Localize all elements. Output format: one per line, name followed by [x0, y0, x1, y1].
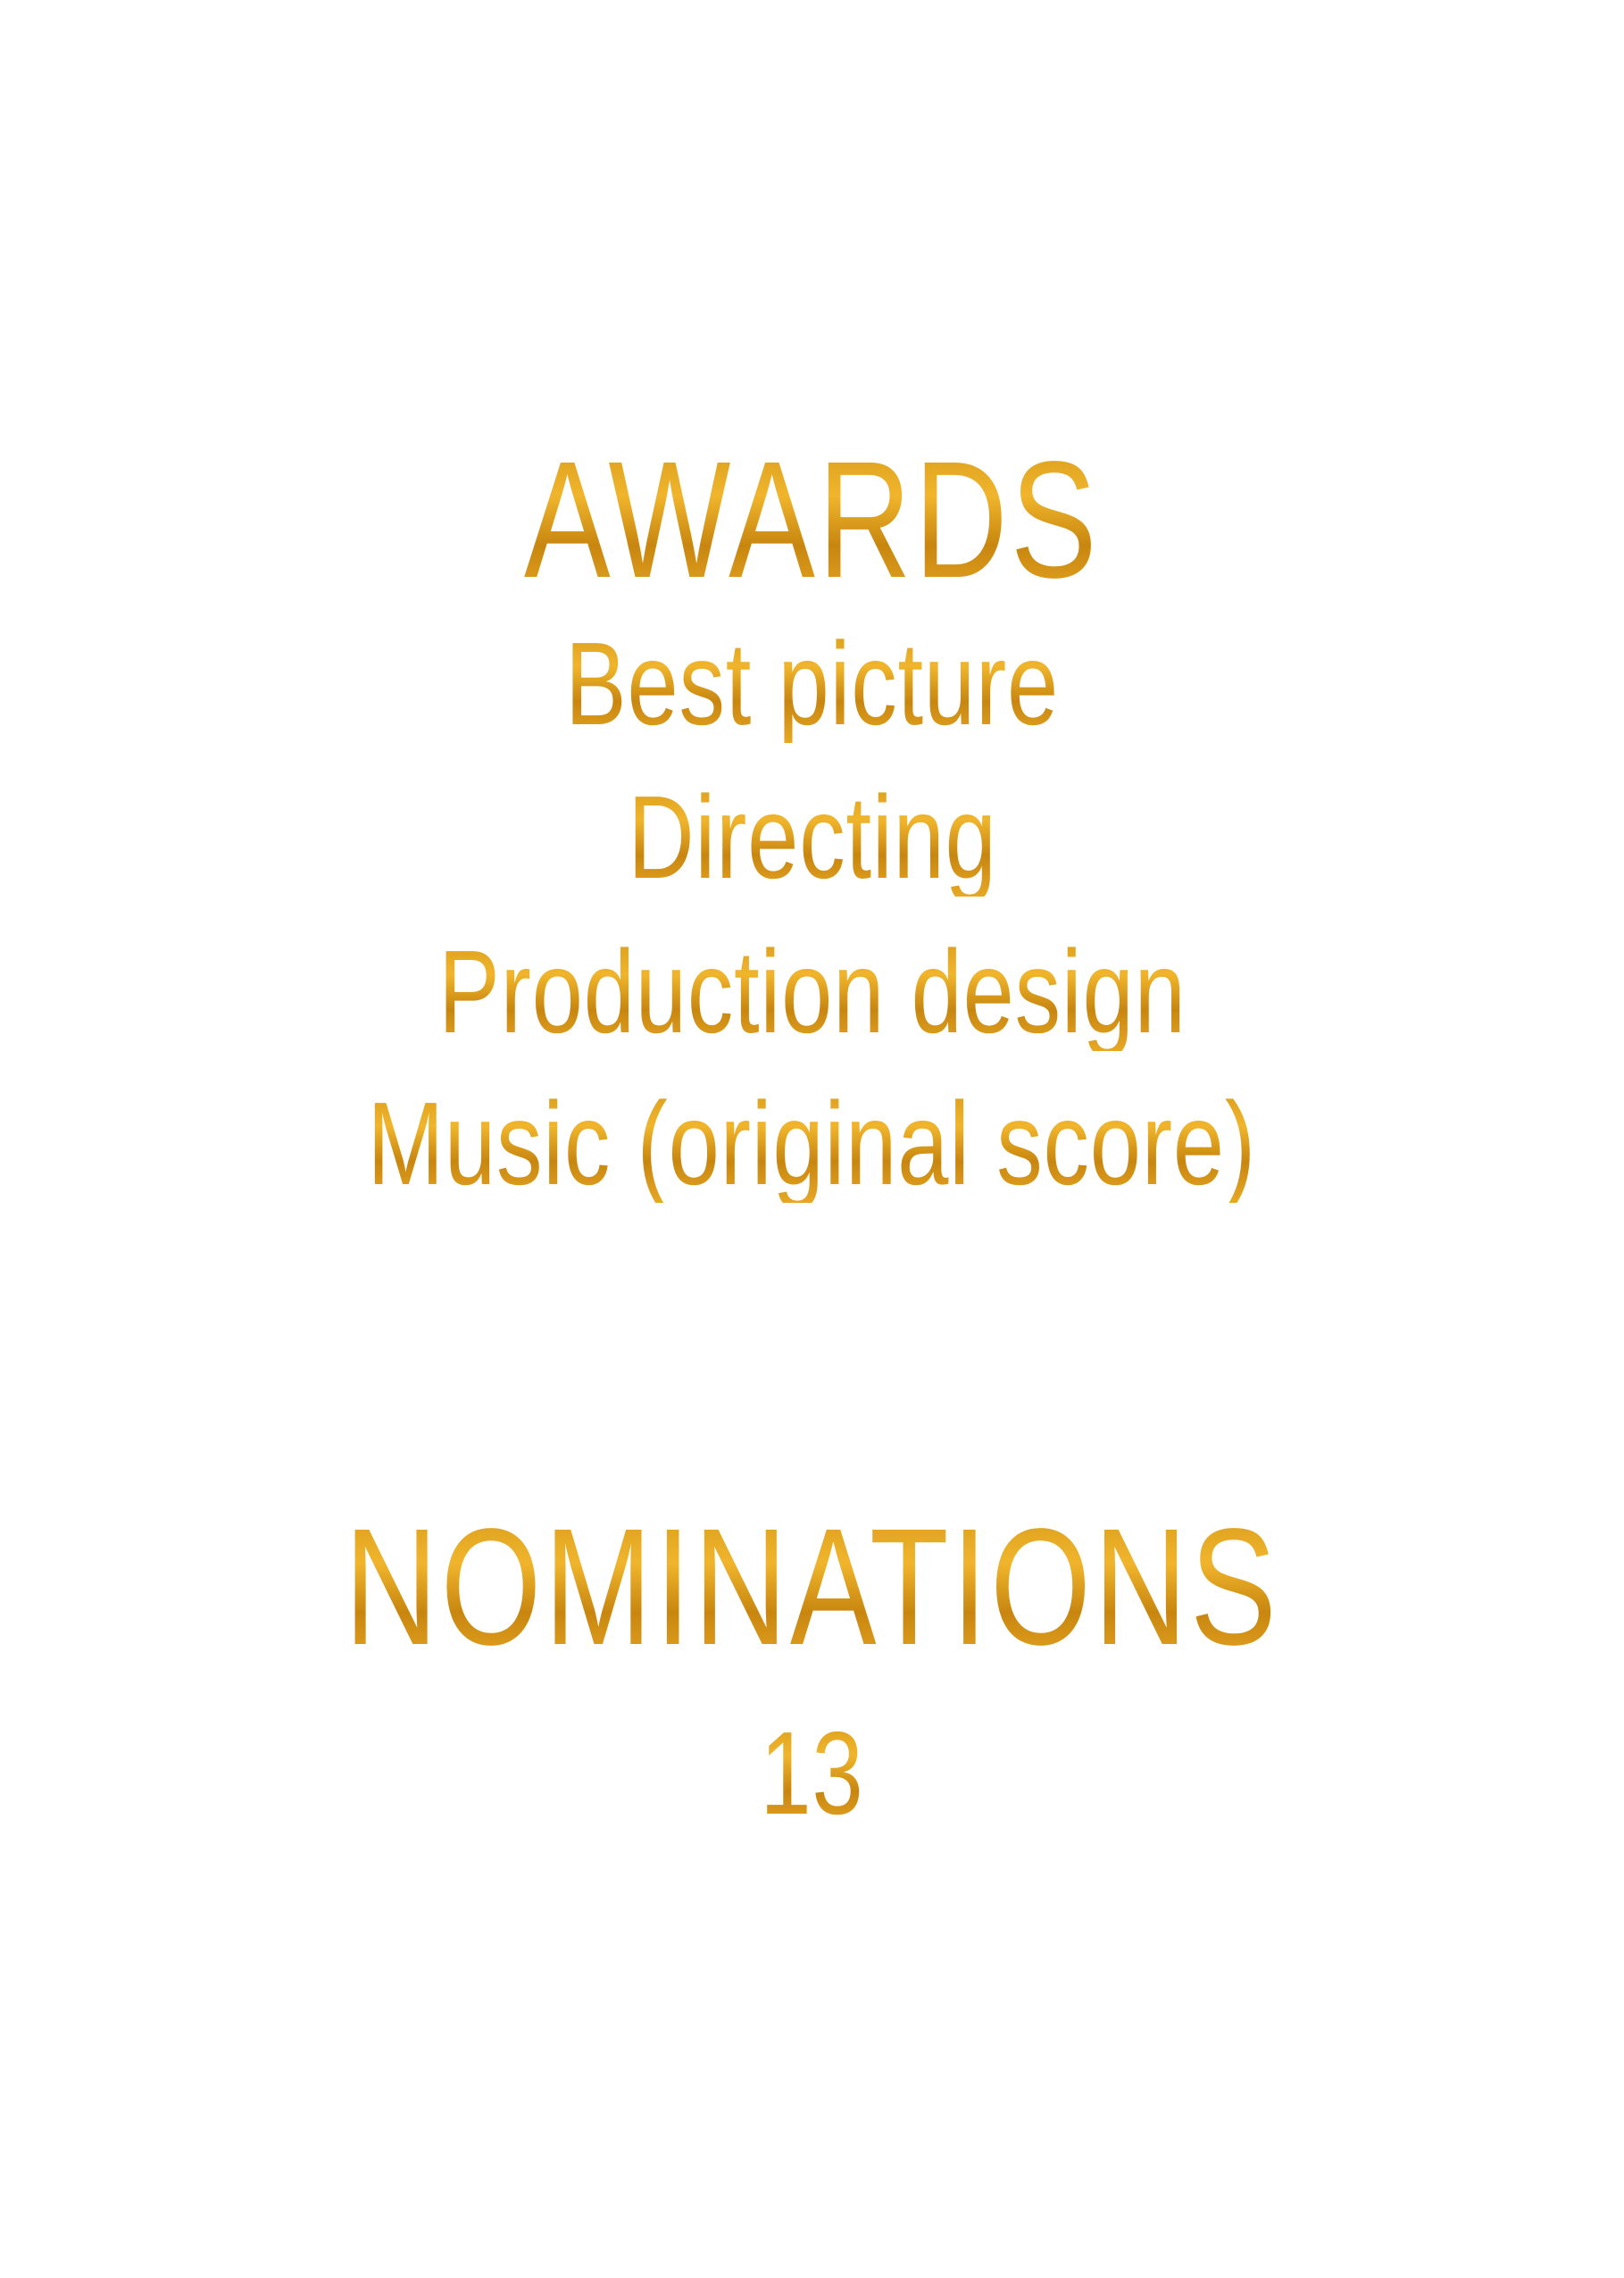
nominations-heading: NOMINATIONS: [0, 1505, 1624, 1671]
award-item: Production design: [0, 933, 1624, 1051]
award-item: Best picture: [0, 625, 1624, 743]
award-item: Directing: [0, 779, 1624, 897]
award-item-production-design: Production design: [437, 926, 1187, 1057]
award-item: Music (original score): [0, 1085, 1624, 1203]
awards-heading-text: AWARDS: [524, 428, 1100, 613]
nominations-count: 13: [0, 1715, 1624, 1832]
nominations-heading-text: NOMINATIONS: [344, 1495, 1280, 1680]
award-item-music-original-score: Music (original score): [367, 1078, 1257, 1209]
nominations-count-text: 13: [760, 1707, 864, 1839]
awards-heading: AWARDS: [0, 438, 1624, 604]
award-item-best-picture: Best picture: [564, 618, 1060, 749]
awards-poster: AWARDS Best picture Directing Production…: [0, 0, 1624, 2278]
award-item-directing: Directing: [627, 772, 997, 903]
